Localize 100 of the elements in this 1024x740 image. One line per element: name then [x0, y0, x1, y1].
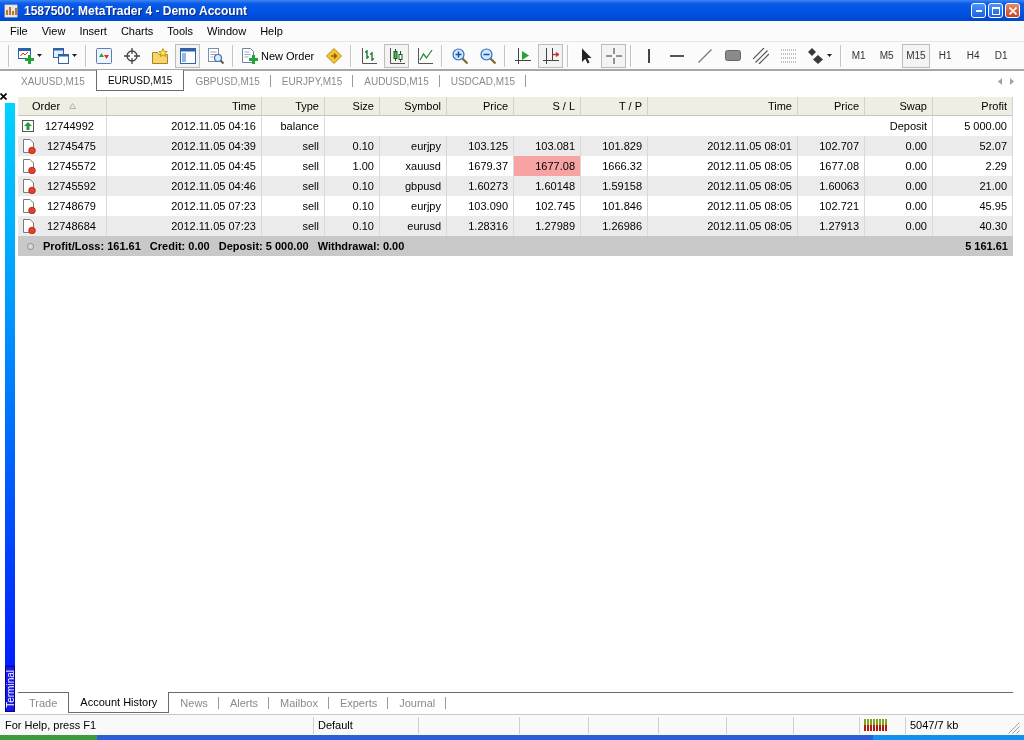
- sort-arrow-icon: [69, 103, 77, 109]
- status-text: Default: [318, 719, 353, 731]
- table-cell: eurjpy: [380, 136, 447, 156]
- column-header[interactable]: Price: [798, 97, 865, 116]
- table-cell: 1.60273: [447, 176, 514, 196]
- minimize-button[interactable]: [971, 3, 986, 18]
- tab[interactable]: EURUSD,M15: [95, 70, 185, 91]
- caret-icon: [72, 54, 77, 57]
- table-cell: 21.00: [933, 176, 1013, 196]
- summary-total: 5 161.61: [965, 240, 1009, 252]
- table-cell: sell: [262, 136, 325, 156]
- timeframe-button[interactable]: M1: [846, 43, 872, 68]
- order-number: 12745592: [47, 180, 96, 192]
- timeframe-button[interactable]: H1: [932, 43, 958, 68]
- tab[interactable]: Account History: [68, 692, 170, 713]
- arrow-up-square-icon: [22, 120, 34, 132]
- timeframe-button[interactable]: M5: [874, 43, 900, 68]
- rectangle-icon: [724, 50, 741, 61]
- crosshair-icon: [605, 47, 622, 64]
- column-header[interactable]: Time: [107, 97, 262, 116]
- column-header[interactable]: Time: [648, 97, 798, 116]
- vertical-line-icon: [647, 48, 650, 63]
- timeframe-button[interactable]: H4: [960, 43, 986, 68]
- bar-chart-icon: [360, 47, 377, 64]
- table-cell: 1.28316: [447, 216, 514, 236]
- table-cell: 103.081: [514, 136, 581, 156]
- scroll-right-icon[interactable]: [1010, 77, 1014, 85]
- zoom-out-icon: [479, 47, 496, 64]
- line-chart-icon: [416, 47, 433, 64]
- price-window-icon: [95, 47, 112, 64]
- summary-item: Deposit: 5 000.00: [218, 240, 309, 252]
- menu-item[interactable]: Insert: [72, 22, 114, 40]
- summary-item: Credit: 0.00: [149, 240, 210, 252]
- panel-window-icon: [179, 47, 196, 64]
- column-header[interactable]: Swap: [865, 97, 933, 116]
- timeframe-button[interactable]: D1: [988, 43, 1014, 68]
- table-cell: 1.27913: [798, 216, 865, 236]
- table-cell: 0.00: [865, 136, 933, 156]
- minimize-icon: [975, 9, 982, 12]
- table-cell: 0.00: [865, 216, 933, 236]
- toolbar-button[interactable]: [175, 43, 200, 68]
- auto-scroll-icon: [542, 47, 559, 64]
- table-cell: sell: [262, 176, 325, 196]
- document-plus-icon: [242, 47, 258, 64]
- order-number: 12748684: [47, 220, 96, 232]
- menu-item[interactable]: View: [34, 22, 73, 40]
- table-cell: 0.00: [865, 176, 933, 196]
- table-cell: 102.707: [798, 136, 865, 156]
- column-header[interactable]: S / L: [514, 97, 581, 116]
- column-header[interactable]: Size: [325, 97, 380, 116]
- menu-item[interactable]: File: [3, 22, 35, 40]
- maximize-icon: [991, 6, 1000, 15]
- table-cell: 0.10: [325, 216, 380, 236]
- toolbar-button[interactable]: [384, 43, 410, 68]
- status-text: 5047/7 kb: [910, 719, 959, 731]
- horizontal-line-icon: [669, 54, 684, 57]
- folder-star-icon: [151, 47, 168, 64]
- menu-item[interactable]: Charts: [113, 22, 161, 40]
- menu-item[interactable]: Help: [253, 22, 290, 40]
- signal-bars-icon: [864, 719, 887, 731]
- column-header[interactable]: Symbol: [380, 97, 447, 116]
- table-cell: 2012.11.05 08:05: [648, 176, 798, 196]
- table-cell: 1.60148: [514, 176, 581, 196]
- menu-item[interactable]: Window: [200, 22, 254, 40]
- start-button[interactable]: [0, 735, 97, 740]
- diamond-arrow-icon: [325, 47, 342, 64]
- maximize-button[interactable]: [988, 3, 1003, 18]
- toolbar-button[interactable]: [538, 43, 564, 68]
- menu-item[interactable]: Tools: [160, 22, 200, 40]
- column-header[interactable]: Price: [447, 97, 514, 116]
- column-header[interactable]: Profit: [933, 97, 1013, 116]
- parallel-lines-icon: [752, 47, 769, 64]
- chart-shift-icon: [514, 47, 531, 64]
- diamonds-icon: [808, 47, 825, 64]
- column-header[interactable]: Order: [18, 97, 107, 116]
- table-cell: 2012.11.05 08:05: [648, 216, 798, 236]
- diagonal-line-icon: [697, 48, 712, 63]
- status-text: For Help, press F1: [5, 719, 97, 731]
- table-cell: 1677.08: [514, 156, 581, 176]
- table-cell: 1.26986: [581, 216, 648, 236]
- table-cell: 1.27989: [514, 216, 581, 236]
- table-cell: 1.59158: [581, 176, 648, 196]
- timeframe-button[interactable]: M15: [902, 43, 930, 68]
- column-header[interactable]: T / P: [581, 97, 648, 116]
- zoom-in-icon: [451, 47, 468, 64]
- table-cell: 103.125: [447, 136, 514, 156]
- table-cell: 52.07: [933, 136, 1013, 156]
- scroll-left-icon[interactable]: [998, 77, 1002, 85]
- candlestick-icon: [388, 47, 405, 64]
- new-order-button[interactable]: New Order: [238, 43, 319, 68]
- summary-item: Profit/Loss: 161.61: [43, 240, 141, 252]
- document-magnifier-icon: [207, 47, 224, 64]
- close-button[interactable]: [1005, 3, 1020, 18]
- panel-label[interactable]: Terminal: [5, 666, 15, 712]
- table-cell: 1.60063: [798, 176, 865, 196]
- column-header[interactable]: Type: [262, 97, 325, 116]
- close-icon[interactable]: [0, 93, 7, 100]
- table-cell: 40.30: [933, 216, 1013, 236]
- table-cell: sell: [262, 216, 325, 236]
- resize-grip-icon[interactable]: [1008, 721, 1020, 734]
